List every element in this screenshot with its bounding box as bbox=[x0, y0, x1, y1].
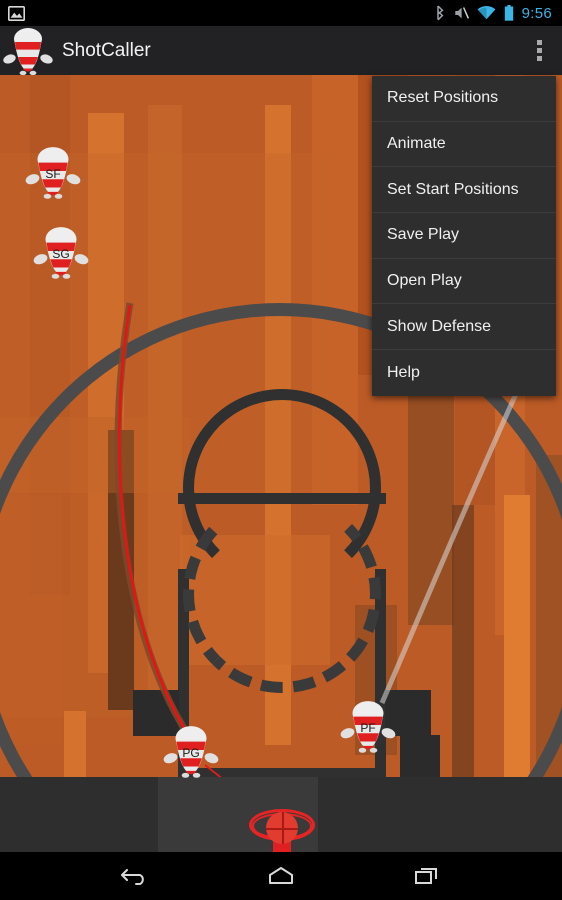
pf-route-path bbox=[379, 383, 523, 704]
app-root: 9:56 ShotCaller SF SG PG PF Reset Positi… bbox=[0, 0, 562, 900]
page-title: ShotCaller bbox=[62, 39, 151, 61]
status-bar: 9:56 bbox=[0, 0, 562, 26]
menu-item-animate[interactable]: Animate bbox=[372, 122, 556, 168]
status-right-icons: 9:56 bbox=[435, 5, 562, 22]
action-bar: ShotCaller bbox=[0, 26, 562, 76]
overflow-menu-button[interactable] bbox=[516, 26, 562, 75]
menu-item-open-play[interactable]: Open Play bbox=[372, 259, 556, 305]
wifi-icon bbox=[477, 6, 495, 20]
player-token-sg[interactable]: SG bbox=[30, 221, 92, 283]
player-token-sf[interactable]: SF bbox=[22, 141, 84, 203]
menu-item-reset-positions[interactable]: Reset Positions bbox=[372, 76, 556, 122]
home-icon bbox=[269, 867, 293, 884]
home-button[interactable] bbox=[258, 857, 304, 895]
recents-button[interactable] bbox=[404, 857, 450, 895]
mute-icon bbox=[454, 7, 469, 19]
status-clock: 9:56 bbox=[521, 4, 552, 22]
gallery-icon bbox=[8, 5, 25, 21]
overflow-menu[interactable]: Reset Positions Animate Set Start Positi… bbox=[372, 76, 556, 396]
overflow-dot bbox=[536, 48, 542, 53]
pg-route-shadow bbox=[114, 302, 199, 749]
back-button[interactable] bbox=[112, 857, 158, 895]
menu-item-set-start-positions[interactable]: Set Start Positions bbox=[372, 167, 556, 214]
back-arrow-icon bbox=[121, 869, 144, 885]
overflow-dot bbox=[536, 40, 542, 45]
menu-item-help[interactable]: Help bbox=[372, 350, 556, 396]
player-label: PF bbox=[360, 721, 376, 735]
player-token-pf[interactable]: PF bbox=[337, 695, 399, 757]
system-navigation-bar bbox=[0, 852, 562, 900]
overflow-dot bbox=[536, 56, 542, 61]
player-label: SF bbox=[45, 167, 61, 181]
status-left-icons bbox=[0, 5, 25, 21]
player-token-pg[interactable]: PG bbox=[160, 720, 222, 782]
battery-icon bbox=[504, 5, 513, 21]
player-label: PG bbox=[182, 746, 200, 760]
recent-apps-icon bbox=[415, 868, 437, 884]
menu-item-save-play[interactable]: Save Play bbox=[372, 213, 556, 259]
bluetooth-icon bbox=[436, 5, 444, 21]
player-label: SG bbox=[52, 247, 70, 261]
app-logo-icon[interactable] bbox=[0, 26, 56, 76]
basketball-icon[interactable] bbox=[266, 812, 298, 844]
menu-item-show-defense[interactable]: Show Defense bbox=[372, 304, 556, 351]
